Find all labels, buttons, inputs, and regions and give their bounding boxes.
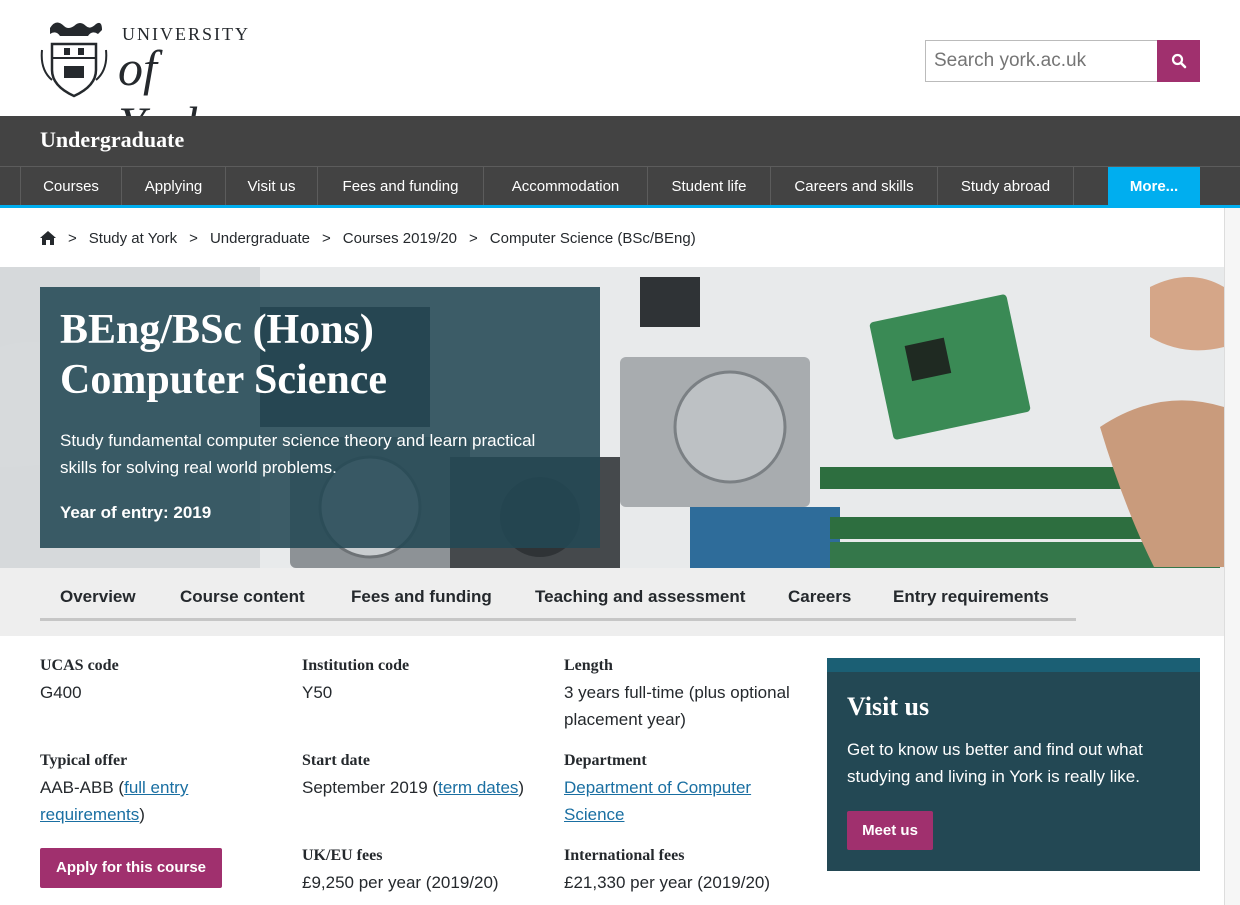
breadcrumb-study-at-york[interactable]: Study at York [89, 230, 177, 247]
tab-course-content[interactable]: Course content [180, 587, 305, 607]
uk-eu-fees-label: UK/EU fees [302, 847, 383, 864]
meet-us-button[interactable]: Meet us [847, 811, 933, 850]
department-link[interactable]: Department of Computer Science [564, 778, 751, 824]
nav-item-courses[interactable]: Courses [20, 167, 121, 206]
coat-of-arms-icon [40, 22, 108, 98]
department-value: Department of Computer Science [564, 774, 794, 828]
department-label: Department [564, 752, 647, 769]
site-header: UNIVERSITY of York [0, 0, 1240, 152]
start-date-text: September 2019 ( [302, 778, 439, 797]
typical-offer-label: Typical offer [40, 752, 128, 769]
hero-banner: BEng/BSc (Hons) Computer Science Study f… [0, 267, 1224, 568]
typical-offer-close: ) [139, 805, 145, 824]
search-input[interactable] [925, 40, 1158, 82]
typical-offer-grades: AAB-ABB ( [40, 778, 125, 797]
search-icon [1171, 53, 1186, 69]
tab-entry-requirements[interactable]: Entry requirements [893, 587, 1049, 607]
university-logo[interactable]: UNIVERSITY of York [40, 20, 248, 152]
nav-item-careers-and-skills[interactable]: Careers and skills [770, 167, 937, 206]
international-fees-value: £21,330 per year (2019/20) [564, 873, 771, 892]
tab-careers[interactable]: Careers [788, 587, 851, 607]
visit-us-accent [827, 658, 1200, 672]
breadcrumb-current[interactable]: Computer Science (BSc/BEng) [490, 230, 696, 247]
page-title-line-1: BEng/BSc (Hons) [60, 307, 374, 353]
typical-offer-value: AAB-ABB (full entry requirements) [40, 774, 260, 828]
home-icon[interactable] [40, 231, 56, 245]
section-bar: Undergraduate [0, 116, 1240, 166]
nav-item-accommodation[interactable]: Accommodation [483, 167, 647, 206]
nav-item-study-abroad[interactable]: Study abroad [937, 167, 1074, 206]
visit-us-title: Visit us [847, 692, 930, 721]
scrollbar[interactable] [1224, 208, 1240, 905]
length-value: 3 years full-time (plus optional placeme… [564, 683, 790, 729]
international-fees-label: International fees [564, 847, 685, 864]
breadcrumb-separator: > [469, 229, 478, 247]
main-nav: Courses Applying Visit us Fees and fundi… [0, 166, 1240, 206]
institution-code-label: Institution code [302, 657, 410, 674]
tab-overview[interactable]: Overview [60, 587, 136, 607]
start-date-close: ) [518, 778, 525, 797]
nav-underline [0, 205, 1240, 208]
breadcrumb-separator: > [322, 229, 331, 247]
start-date-label: Start date [302, 752, 370, 769]
year-of-entry[interactable]: Year of entry: 2019 [60, 503, 211, 523]
ucas-code-value: G400 [40, 683, 82, 702]
start-date-value: September 2019 (term dates) [302, 774, 552, 801]
apply-button[interactable]: Apply for this course [40, 848, 222, 888]
page-title-line-2: Computer Science [60, 357, 387, 403]
breadcrumb-separator: > [189, 229, 198, 247]
term-dates-link[interactable]: term dates [438, 778, 518, 797]
breadcrumb-courses[interactable]: Courses 2019/20 [343, 230, 457, 247]
nav-item-student-life[interactable]: Student life [647, 167, 770, 206]
hero-panel: BEng/BSc (Hons) Computer Science Study f… [40, 287, 600, 548]
length-label: Length [564, 657, 613, 674]
section-title[interactable]: Undergraduate [40, 127, 184, 153]
nav-more-button[interactable]: More... [1108, 167, 1200, 206]
breadcrumb-undergraduate[interactable]: Undergraduate [210, 230, 310, 247]
tab-fees-and-funding[interactable]: Fees and funding [351, 587, 492, 607]
breadcrumb: > Study at York > Undergraduate > Course… [40, 227, 696, 249]
nav-item-fees-and-funding[interactable]: Fees and funding [317, 167, 483, 206]
breadcrumb-separator: > [68, 229, 77, 247]
hero-subtitle: Study fundamental computer science theor… [60, 431, 536, 477]
uk-eu-fees-value: £9,250 per year (2019/20) [302, 873, 499, 892]
nav-item-visit-us[interactable]: Visit us [225, 167, 317, 206]
search-button[interactable] [1157, 40, 1200, 82]
visit-us-text: Get to know us better and find out what … [847, 740, 1143, 786]
ucas-code-label: UCAS code [40, 657, 119, 674]
institution-code-value: Y50 [302, 683, 333, 702]
page-title: BEng/BSc (Hons) Computer Science [60, 305, 580, 405]
tabs-underline [40, 618, 1076, 621]
tab-teaching-and-assessment[interactable]: Teaching and assessment [535, 587, 745, 607]
visit-us-box: Visit us Get to know us better and find … [827, 658, 1200, 871]
nav-item-applying[interactable]: Applying [121, 167, 225, 206]
course-tabs: Overview Course content Fees and funding… [0, 568, 1224, 636]
